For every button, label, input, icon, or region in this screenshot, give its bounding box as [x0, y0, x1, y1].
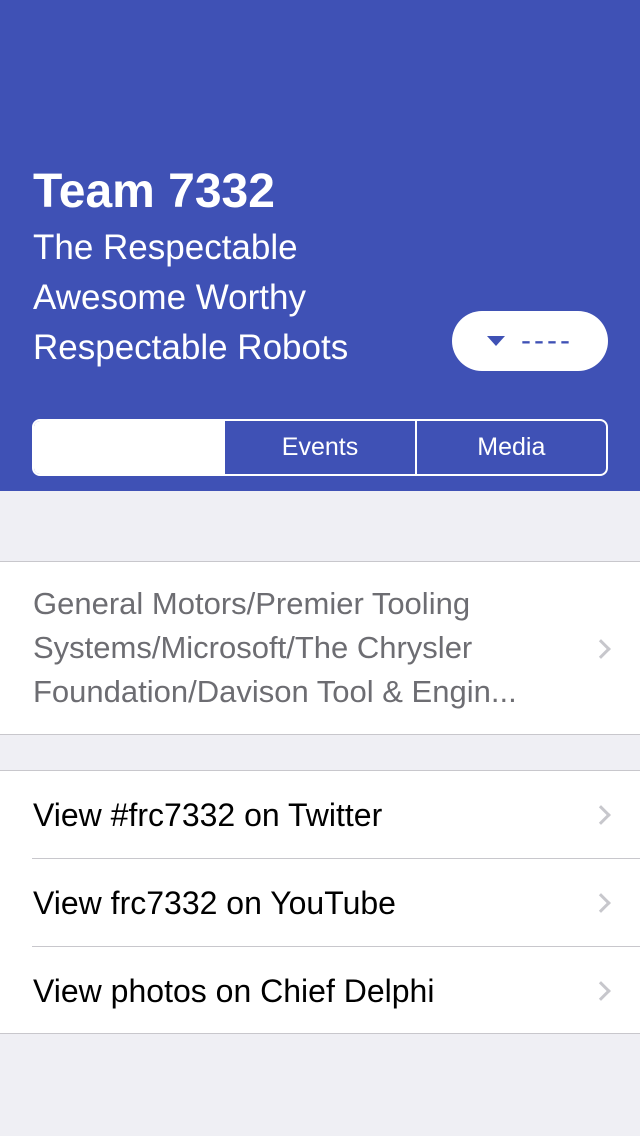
team-header: Team 7332 The Respectable Awesome Worthy… — [0, 0, 640, 491]
youtube-link-row[interactable]: View frc7332 on YouTube — [0, 859, 640, 947]
segmented-control: Events Media — [32, 419, 608, 476]
twitter-link-row[interactable]: View #frc7332 on Twitter — [0, 771, 640, 859]
chief-delphi-link-row[interactable]: View photos on Chief Delphi — [0, 947, 640, 1035]
team-title: Team 7332 — [33, 165, 275, 218]
links-list: View #frc7332 on Twitter View frc7332 on… — [0, 770, 640, 1034]
team-nickname: The Respectable Awesome Worthy Respectab… — [33, 228, 349, 367]
chevron-right-icon — [591, 893, 611, 913]
sponsors-row[interactable]: General Motors/Premier Tooling Systems/M… — [0, 561, 640, 735]
youtube-link-label: View frc7332 on YouTube — [33, 885, 396, 921]
sponsors-text: General Motors/Premier Tooling Systems/M… — [33, 586, 517, 709]
chevron-right-icon — [591, 639, 611, 659]
chief-delphi-link-label: View photos on Chief Delphi — [33, 973, 435, 1009]
caret-down-icon — [487, 336, 506, 346]
tab-media[interactable]: Media — [414, 421, 606, 474]
chevron-right-icon — [591, 805, 611, 825]
chevron-right-icon — [591, 981, 611, 1001]
year-select-button[interactable]: ---- — [452, 311, 608, 371]
tab-events[interactable]: Events — [223, 421, 414, 474]
twitter-link-label: View #frc7332 on Twitter — [33, 797, 383, 833]
year-label: ---- — [521, 324, 573, 357]
tab-info[interactable] — [34, 421, 224, 474]
